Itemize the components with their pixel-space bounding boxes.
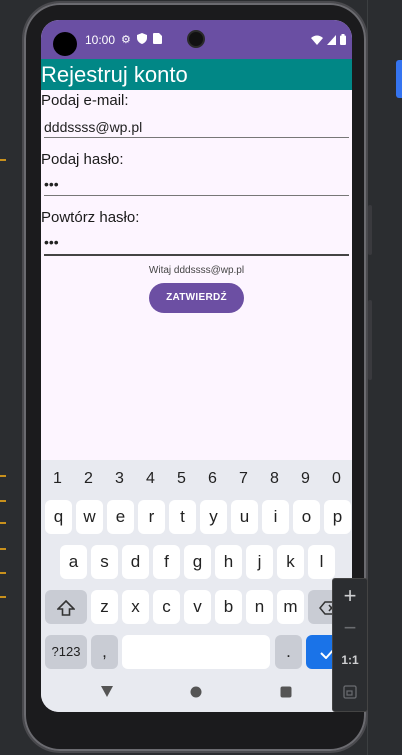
volume-button[interactable] [368, 205, 372, 255]
key-t[interactable]: t [169, 500, 196, 534]
key-h[interactable]: h [215, 545, 242, 579]
key-f[interactable]: f [153, 545, 180, 579]
navigation-bar [41, 676, 352, 712]
key-7[interactable]: 7 [228, 470, 259, 488]
email-label: Podaj e-mail: [41, 92, 129, 109]
key-2[interactable]: 2 [73, 470, 104, 488]
recents-icon[interactable] [276, 685, 296, 701]
key-v[interactable]: v [184, 590, 211, 624]
key-d[interactable]: d [122, 545, 149, 579]
password-field[interactable]: ••• [44, 175, 349, 197]
submit-button[interactable]: ZATWIERDŹ [149, 283, 244, 313]
battery-icon [340, 32, 346, 50]
key-9[interactable]: 9 [290, 470, 321, 488]
key-m[interactable]: m [277, 590, 304, 624]
key-w[interactable]: w [76, 500, 103, 534]
key-s[interactable]: s [91, 545, 118, 579]
key-3[interactable]: 3 [104, 470, 135, 488]
comma-key[interactable]: , [91, 635, 118, 669]
key-i[interactable]: i [262, 500, 289, 534]
key-r[interactable]: r [138, 500, 165, 534]
front-camera-icon [187, 30, 205, 48]
repeat-password-field[interactable]: ••• [44, 233, 349, 255]
symbols-key[interactable]: ?123 [45, 635, 87, 669]
key-e[interactable]: e [107, 500, 134, 534]
power-button[interactable] [368, 300, 372, 380]
wifi-icon [311, 32, 323, 50]
key-4[interactable]: 4 [135, 470, 166, 488]
key-l[interactable]: l [308, 545, 335, 579]
key-5[interactable]: 5 [166, 470, 197, 488]
device-screen: 10:00 ⚙ Rejestruj konto Podaj e-mail: dd… [41, 20, 352, 712]
app-bar-title: Rejestruj konto [41, 59, 352, 90]
key-o[interactable]: o [293, 500, 320, 534]
number-row: 1 2 3 4 5 6 7 8 9 0 [41, 460, 352, 498]
signal-icon [327, 32, 336, 50]
password-label: Podaj hasło: [41, 151, 124, 168]
key-p[interactable]: p [324, 500, 351, 534]
key-y[interactable]: y [200, 500, 227, 534]
settings-icon: ⚙ [121, 34, 131, 46]
key-a[interactable]: a [60, 545, 87, 579]
shield-icon [137, 33, 147, 47]
fit-screen-icon[interactable] [333, 683, 367, 704]
soft-keyboard: 1 2 3 4 5 6 7 8 9 0 q w e r t y u i o p … [41, 460, 352, 676]
key-0[interactable]: 0 [321, 470, 352, 488]
home-icon[interactable] [186, 685, 206, 701]
key-u[interactable]: u [231, 500, 258, 534]
repeat-password-underline [44, 254, 349, 256]
key-k[interactable]: k [277, 545, 304, 579]
camera-cutout [53, 32, 77, 56]
key-n[interactable]: n [246, 590, 273, 624]
key-q[interactable]: q [45, 500, 72, 534]
ide-right-panel [367, 0, 402, 755]
shift-key[interactable] [45, 590, 87, 624]
period-key[interactable]: . [275, 635, 302, 669]
greeting-text: Witaj dddssss@wp.pl [148, 265, 245, 276]
key-g[interactable]: g [184, 545, 211, 579]
key-6[interactable]: 6 [197, 470, 228, 488]
status-time: 10:00 [85, 33, 116, 47]
repeat-password-label: Powtórz hasło: [41, 209, 140, 226]
status-bar: 10:00 ⚙ [41, 20, 352, 59]
actual-size-button[interactable]: 1:1 [333, 653, 367, 667]
sim-icon [153, 33, 162, 47]
key-x[interactable]: x [122, 590, 149, 624]
key-c[interactable]: c [153, 590, 180, 624]
key-b[interactable]: b [215, 590, 242, 624]
key-z[interactable]: z [91, 590, 118, 624]
ide-side-tab[interactable] [396, 60, 402, 98]
zoom-out-button[interactable]: − [333, 615, 367, 641]
key-j[interactable]: j [246, 545, 273, 579]
key-1[interactable]: 1 [42, 470, 73, 488]
shift-icon [56, 597, 76, 616]
space-bar[interactable] [122, 635, 270, 669]
zoom-in-button[interactable]: + [333, 583, 367, 609]
emulator-zoom-panel: + − 1:1 [332, 578, 368, 712]
ide-left-gutter [0, 0, 26, 755]
back-icon[interactable] [97, 685, 117, 701]
key-8[interactable]: 8 [259, 470, 290, 488]
password-field-underline [44, 195, 349, 196]
email-field-underline [44, 137, 349, 138]
